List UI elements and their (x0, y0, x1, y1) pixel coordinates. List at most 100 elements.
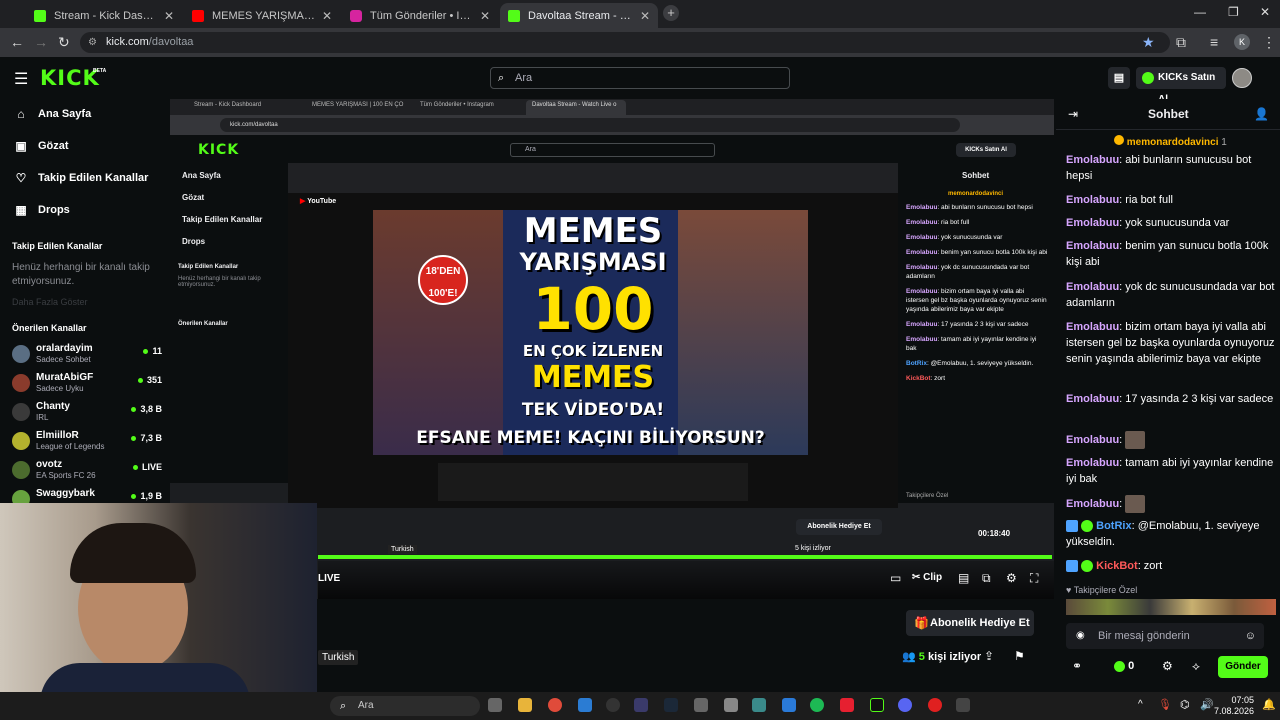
address-bar[interactable]: ⚙ kick.com/davoltaa (80, 32, 1170, 53)
search-input[interactable]: ⌕ Ara (490, 67, 790, 89)
channel-category: EA Sports FC 26 (36, 471, 96, 480)
nav-drops[interactable]: ▦ Drops (14, 203, 69, 217)
video-progress-track[interactable] (318, 555, 1052, 559)
file-explorer-icon[interactable] (518, 698, 532, 712)
app-icon[interactable] (634, 698, 648, 712)
browser-tab[interactable]: Stream - Kick Dashboard ✕ (26, 3, 182, 28)
pip-icon[interactable]: ⧉ (982, 571, 991, 586)
taskbar-search[interactable]: ⌕ Ara (330, 696, 480, 716)
profile-avatar[interactable]: K (1234, 34, 1250, 50)
notification-icon[interactable]: 🔔 (1262, 698, 1276, 711)
app-icon[interactable] (724, 698, 738, 712)
chrome-icon[interactable] (548, 698, 562, 712)
app-icon[interactable] (840, 698, 854, 712)
nav-label: Ana Sayfa (38, 108, 92, 120)
menu-dots-icon[interactable]: ⋮ (1262, 34, 1276, 51)
chat-rules-icon[interactable]: ⟡ (1192, 659, 1200, 674)
browser-tab[interactable]: Tüm Gönderiler • Instagram ✕ (342, 3, 498, 28)
nav-label: Gözat (38, 140, 69, 152)
browse-icon: ▣ (15, 139, 27, 153)
reload-icon[interactable]: ↻ (58, 34, 70, 51)
chevron-up-icon[interactable]: ^ (1138, 699, 1143, 710)
close-tab-icon[interactable]: ✕ (164, 9, 174, 23)
kicks-coin-icon (1114, 660, 1125, 672)
obs-icon[interactable] (606, 698, 620, 712)
app-icon[interactable] (782, 698, 796, 712)
close-tab-icon[interactable]: ✕ (322, 9, 332, 23)
channel-item[interactable]: oralardayim Sadece Sohbet 11 (12, 343, 162, 369)
kicks-balance[interactable]: 0 (1114, 660, 1134, 672)
show-more-link[interactable]: Daha Fazla Göster (12, 297, 88, 307)
calculator-icon[interactable] (694, 698, 708, 712)
emote-picker-row[interactable] (1066, 599, 1276, 615)
nested-chat: Sohbet memonardodavinci Emolabuu: abi bu… (898, 163, 1054, 503)
thumb-subtitle: EN ÇOK İZLENEN (522, 342, 664, 360)
chat-settings-icon[interactable]: ⚙ (1162, 659, 1173, 673)
site-info-icon[interactable]: ⚙ (88, 32, 97, 53)
back-icon[interactable]: ← (10, 34, 24, 50)
close-tab-icon[interactable]: ✕ (480, 9, 490, 23)
channel-item[interactable]: ElmiilloR League of Legends 7,3 B (12, 430, 162, 456)
channel-item[interactable]: MuratAbiGF Sadece Uyku 351 (12, 372, 162, 398)
bookmark-star-icon[interactable]: ★ (1142, 34, 1155, 51)
buy-kicks-button[interactable]: KICKs Satın Al (1136, 67, 1226, 105)
collapse-chat-icon[interactable]: ⇥ (1068, 107, 1078, 121)
task-view-icon[interactable] (488, 698, 502, 712)
settings-icon[interactable]: ⚙ (1006, 571, 1017, 585)
theater-icon[interactable]: ▭ (890, 571, 901, 585)
app-icon[interactable] (752, 698, 766, 712)
network-icon[interactable]: ⌬ (1180, 698, 1190, 711)
channel-item[interactable]: ovotz EA Sports FC 26 LIVE (12, 459, 162, 485)
search-icon: ⌕ (498, 72, 505, 84)
extensions-icon[interactable]: ⧉ (1176, 34, 1186, 51)
nav-following[interactable]: ♡ Takip Edilen Kanallar (14, 171, 149, 185)
pinned-gifter[interactable]: memonardodavinci 1 (1114, 135, 1227, 148)
send-button[interactable]: Gönder (1218, 656, 1268, 678)
chat-badges-icon[interactable]: ⚭ (1072, 659, 1082, 673)
thumb-bottom-text: EFSANE MEME! KAÇINI BİLİYORSUN? (416, 428, 765, 448)
media-icon[interactable]: ≡ (1210, 34, 1218, 50)
emote-icon[interactable]: ◉ (1076, 623, 1085, 649)
close-window-icon[interactable]: ✕ (1260, 5, 1270, 19)
library-icon[interactable]: ▤ (1108, 67, 1130, 89)
steam-icon[interactable] (664, 698, 678, 712)
app-icon[interactable] (928, 698, 942, 712)
nav-browse[interactable]: ▣ Gözat (14, 139, 69, 153)
miniplayer-icon[interactable]: ▤ (958, 571, 969, 585)
bot-badge-icon (1066, 560, 1078, 573)
maximize-icon[interactable]: ❐ (1228, 5, 1239, 19)
app-icon[interactable] (956, 698, 970, 712)
app-icon[interactable] (578, 698, 592, 712)
chat-users-icon[interactable]: 👤 (1254, 107, 1269, 121)
browser-tab-active[interactable]: Davoltaa Stream - Watch Live o ✕ (500, 3, 658, 28)
chat-input[interactable]: ◉ Bir mesaj gönderin ☺ (1066, 623, 1264, 649)
microphone-icon[interactable]: 🎙 (1158, 698, 1172, 711)
viewer-count: 7,3 B (131, 433, 162, 443)
app-icon[interactable] (870, 698, 884, 712)
hamburger-menu-icon[interactable]: ☰ (14, 69, 28, 89)
clip-button[interactable]: ✂ Clip (912, 572, 942, 583)
channel-item[interactable]: Chanty IRL 3,8 B (12, 401, 162, 427)
user-avatar[interactable] (1232, 68, 1252, 88)
new-tab-button[interactable]: + (663, 5, 679, 21)
kick-logo[interactable]: KICK (40, 66, 100, 90)
report-icon[interactable]: ⚑ (1014, 649, 1025, 663)
browser-tab[interactable]: MEMES YARIŞMASI | 100 EN ÇO ✕ (184, 3, 340, 28)
viewer-count: 3,8 B (131, 404, 162, 414)
nav-home[interactable]: ⌂ Ana Sayfa (14, 107, 91, 121)
nested-following-title: Takip Edilen Kanallar (178, 264, 239, 270)
forward-icon[interactable]: → (34, 34, 48, 50)
channel-category: IRL (36, 413, 49, 422)
minimize-icon[interactable]: — (1194, 5, 1206, 19)
nested-recommended-title: Önerilen Kanallar (178, 321, 228, 327)
share-icon[interactable]: ⇪ (984, 649, 994, 663)
channel-category: Sadece Uyku (36, 384, 84, 393)
taskbar-time[interactable]: 07:05 (1224, 695, 1254, 705)
discord-icon[interactable] (898, 698, 912, 712)
gift-subscription-button[interactable]: 🎁 Abonelik Hediye Et (906, 610, 1034, 636)
spotify-icon[interactable] (810, 698, 824, 712)
emoji-icon[interactable]: ☺ (1245, 623, 1256, 649)
fullscreen-icon[interactable]: ⛶ (1030, 571, 1038, 586)
taskbar-date[interactable]: 7.08.2026 (1204, 706, 1254, 716)
close-tab-icon[interactable]: ✕ (640, 9, 650, 23)
